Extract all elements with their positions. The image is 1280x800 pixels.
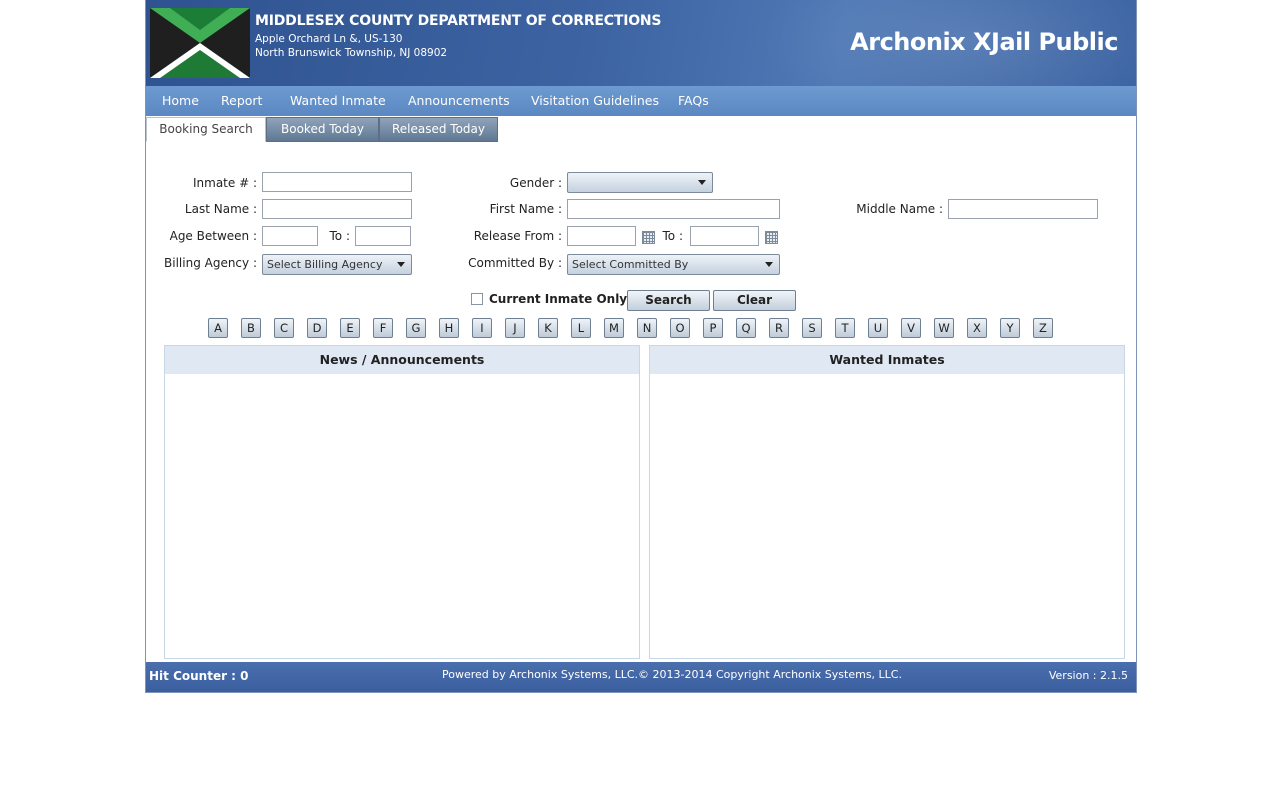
committed-by-value: Select Committed By [572,258,689,271]
letter-x-button[interactable]: X [967,318,987,338]
letter-g-button[interactable]: G [406,318,426,338]
middle-name-label: Middle Name : [856,202,943,216]
middle-name-input[interactable] [948,199,1098,219]
letter-u-button[interactable]: U [868,318,888,338]
wanted-panel-title: Wanted Inmates [650,346,1124,374]
tab-booking-search[interactable]: Booking Search [146,117,266,142]
committed-by-select[interactable]: Select Committed By [567,254,780,275]
menu-wanted-inmate[interactable]: Wanted Inmate [290,86,386,116]
tab-booked-today[interactable]: Booked Today [266,117,379,142]
first-name-label: First Name : [489,202,562,216]
letter-l-button[interactable]: L [571,318,591,338]
inmate-number-label: Inmate # : [192,176,257,190]
last-name-label: Last Name : [184,202,257,216]
letter-c-button[interactable]: C [274,318,294,338]
menu-home[interactable]: Home [162,86,199,116]
age-between-label: Age Between : [169,229,257,243]
letter-i-button[interactable]: I [472,318,492,338]
search-tabs: Booking Search Booked Today Released Tod… [146,117,1136,142]
letter-s-button[interactable]: S [802,318,822,338]
letter-v-button[interactable]: V [901,318,921,338]
gender-label: Gender : [509,176,562,190]
chevron-down-icon [698,180,706,185]
footer-bar: Hit Counter : 0 Powered by Archonix Syst… [146,662,1136,692]
inmate-number-input[interactable] [262,172,412,192]
billing-agency-select[interactable]: Select Billing Agency [262,254,412,275]
letter-d-button[interactable]: D [307,318,327,338]
calendar-icon[interactable] [765,231,778,244]
search-button[interactable]: Search [627,290,710,311]
menu-visitation-guidelines[interactable]: Visitation Guidelines [531,86,659,116]
header-banner: MIDDLESEX COUNTY DEPARTMENT OF CORRECTIO… [146,0,1136,86]
address-line-1: Apple Orchard Ln &, US-130 [255,33,403,45]
menu-announcements[interactable]: Announcements [408,86,510,116]
letter-t-button[interactable]: T [835,318,855,338]
version-label: Version : 2.1.5 [1048,669,1128,682]
current-inmate-checkbox[interactable] [471,293,483,305]
wanted-panel: Wanted Inmates [649,345,1125,659]
menu-report[interactable]: Report [221,86,262,116]
release-to-label: To : [662,229,684,243]
current-inmate-label: Current Inmate Only [489,292,628,306]
letter-k-button[interactable]: K [538,318,558,338]
chevron-down-icon [397,262,405,267]
release-from-label: Release From : [473,229,562,243]
age-to-input[interactable] [355,226,411,246]
letter-b-button[interactable]: B [241,318,261,338]
letter-h-button[interactable]: H [439,318,459,338]
news-panel: News / Announcements [164,345,640,659]
calendar-icon[interactable] [642,231,655,244]
organization-info: MIDDLESEX COUNTY DEPARTMENT OF CORRECTIO… [255,13,662,60]
news-panel-title: News / Announcements [165,346,639,374]
tab-released-today[interactable]: Released Today [379,117,498,142]
letter-n-button[interactable]: N [637,318,657,338]
county-logo [150,8,250,78]
brand-title: Archonix XJail Public [850,28,1118,56]
first-name-input[interactable] [567,199,780,219]
letter-r-button[interactable]: R [769,318,789,338]
clear-button[interactable]: Clear [713,290,796,311]
age-from-input[interactable] [262,226,318,246]
hit-counter: Hit Counter : 0 [149,669,249,683]
letter-w-button[interactable]: W [934,318,954,338]
page-container: MIDDLESEX COUNTY DEPARTMENT OF CORRECTIO… [145,0,1137,693]
letter-j-button[interactable]: J [505,318,525,338]
letter-m-button[interactable]: M [604,318,624,338]
letter-p-button[interactable]: P [703,318,723,338]
release-from-input[interactable] [567,226,636,246]
letter-y-button[interactable]: Y [1000,318,1020,338]
powered-by: Powered by Archonix Systems, LLC.© 2013-… [442,668,902,681]
letter-q-button[interactable]: Q [736,318,756,338]
letter-z-button[interactable]: Z [1033,318,1053,338]
letter-a-button[interactable]: A [208,318,228,338]
address-line-2: North Brunswick Township, NJ 08902 [255,47,448,59]
committed-by-label: Committed By : [468,256,562,270]
main-menu: Home Report Wanted Inmate Announcements … [146,86,1136,116]
chevron-down-icon [765,262,773,267]
letter-o-button[interactable]: O [670,318,690,338]
billing-agency-value: Select Billing Agency [267,258,383,271]
letter-e-button[interactable]: E [340,318,360,338]
org-title: MIDDLESEX COUNTY DEPARTMENT OF CORRECTIO… [255,13,662,29]
last-name-input[interactable] [262,199,412,219]
menu-faqs[interactable]: FAQs [678,86,709,116]
release-to-input[interactable] [690,226,759,246]
billing-agency-label: Billing Agency : [164,256,257,270]
letter-f-button[interactable]: F [373,318,393,338]
gender-select[interactable] [567,172,713,193]
age-to-label: To : [329,229,351,243]
